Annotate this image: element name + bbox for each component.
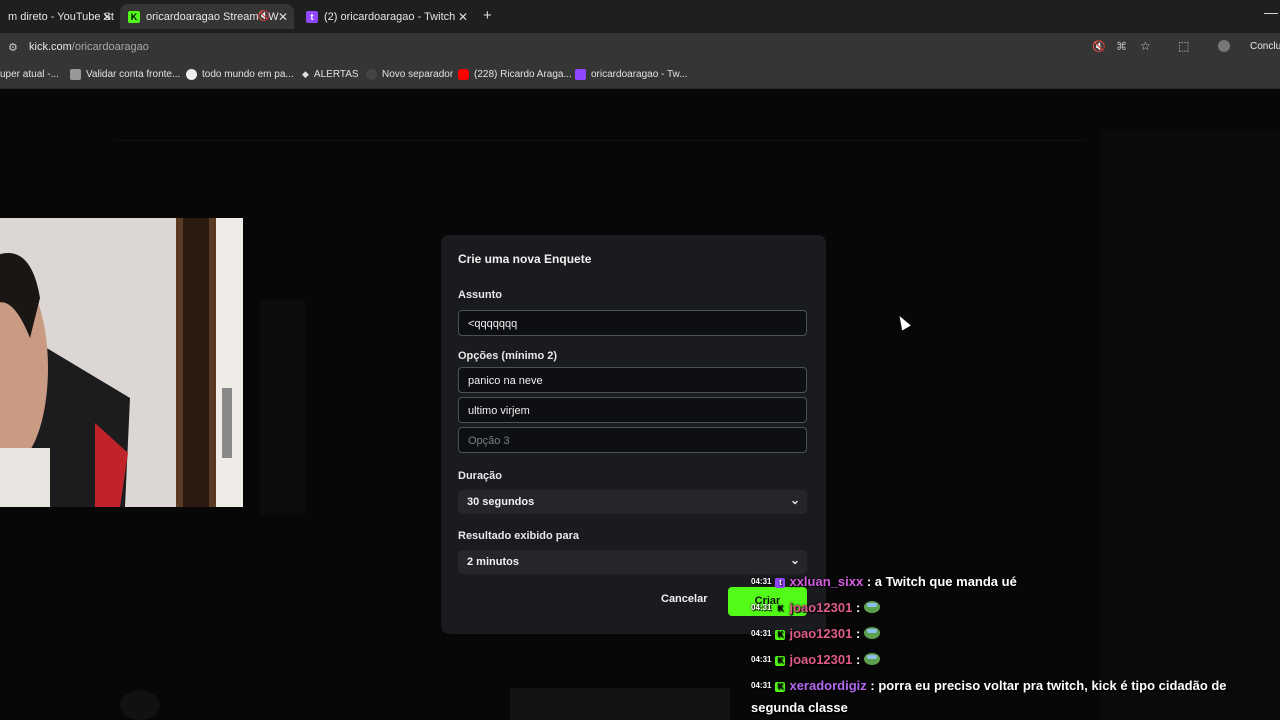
bookmark-item[interactable]: todo mundo em pa... (186, 69, 294, 80)
pepe-emote-icon (863, 601, 880, 613)
tab-label: m direto - YouTube St (8, 10, 114, 23)
tab-twitch[interactable]: t (2) oricardoaragao - Twitch ✕ (298, 4, 474, 29)
chevron-down-icon: ⌄ (789, 493, 800, 507)
option-2-input[interactable]: ultimo virjem (458, 397, 807, 423)
kick-icon: K (775, 630, 786, 640)
chat-username: joao12301 (789, 600, 853, 615)
twitch-icon: t (306, 10, 318, 23)
extensions-icon[interactable]: ⬚ (1178, 39, 1189, 53)
kick-icon: K (128, 10, 140, 23)
chat-text: : a Twitch que manda ué (866, 574, 1017, 589)
bookmark-label: (228) Ricardo Araga... (474, 69, 572, 80)
options-label: Opções (mínimo 2) (458, 350, 558, 362)
youtube-icon (458, 69, 469, 80)
url-path: /oricardoaragao (71, 41, 149, 53)
diamond-icon: ◆ (302, 69, 309, 79)
kick-icon: K (775, 604, 786, 614)
chat-text: : (855, 600, 861, 615)
profile-button[interactable]: Conclui (1250, 41, 1280, 52)
pepe-emote-icon (863, 653, 880, 665)
chat-message: 04:31 Kxeradordigiz : porra eu preciso vo… (751, 678, 1227, 693)
translate-icon[interactable]: ⌘ (1116, 40, 1127, 53)
chat-text: : (855, 652, 861, 667)
twitch-icon: t (775, 578, 786, 588)
bookmark-label: Novo separador (382, 69, 454, 80)
chat-username: xxluan_sixx (789, 574, 864, 589)
duration-value: 30 segundos (467, 496, 535, 508)
webcam-overlay (0, 218, 243, 507)
bookmark-item[interactable]: (228) Ricardo Araga... (458, 69, 572, 80)
chat-username: joao12301 (789, 626, 853, 641)
bookmark-item[interactable]: oricardoaragao - Tw... (575, 69, 688, 80)
google-icon (186, 69, 197, 80)
bookmark-star-icon[interactable]: ☆ (1140, 39, 1151, 53)
bookmark-label: Validar conta fronte... (86, 69, 181, 80)
chat-message: 04:31 Kjoao12301 : (751, 600, 880, 615)
bookmark-label: ALERTAS (313, 69, 359, 80)
chat-message-continuation: segunda classe (751, 700, 848, 715)
bookmark-item[interactable]: ◆ ALERTAS (302, 69, 359, 80)
globe-icon (366, 69, 377, 80)
chat-time: 04:31 (751, 603, 772, 612)
address-bar[interactable]: ⚙ kick.com/oricardoaragao 🔇 ⌘ ☆ ⬚ Conclu… (0, 33, 1280, 62)
close-icon[interactable]: ✕ (102, 10, 112, 24)
url-host: kick.com (29, 41, 72, 53)
option-1-input[interactable]: panico na neve (458, 367, 807, 393)
close-icon[interactable]: ✕ (278, 10, 288, 24)
chat-panel-backdrop (1100, 130, 1280, 720)
chat-message: 04:31 Kjoao12301 : (751, 626, 880, 641)
kick-icon: K (775, 682, 786, 692)
chevron-down-icon: ⌄ (789, 553, 800, 567)
bookmark-label: oricardoaragao - Tw... (591, 69, 688, 80)
close-icon[interactable]: ✕ (458, 10, 468, 24)
dialog-title: Crie uma nova Enquete (458, 252, 592, 266)
bookmark-label: todo mundo em pa... (202, 69, 294, 80)
duration-label: Duração (458, 470, 503, 482)
tab-label: (2) oricardoaragao - Twitch (324, 10, 456, 23)
bookmarks-bar: uper atual -... Validar conta fronte... … (0, 62, 1280, 89)
chat-time: 04:31 (751, 577, 772, 586)
chat-username: xeradordigiz (789, 678, 867, 693)
minimize-button[interactable]: — (1264, 4, 1278, 20)
option-3-input[interactable]: Opção 3 (458, 427, 807, 453)
bookmark-item[interactable]: Novo separador (366, 69, 453, 80)
chat-time: 04:31 (751, 629, 772, 638)
bookmark-item[interactable]: uper atual -... (0, 69, 59, 80)
new-tab-button[interactable]: + (483, 7, 492, 24)
result-label: Resultado exibido para (458, 530, 580, 542)
kick-icon: K (775, 656, 786, 666)
result-select[interactable]: 2 minutos ⌄ (458, 550, 807, 574)
url-field[interactable]: kick.com/oricardoaragao (29, 41, 149, 53)
tab-youtube-studio[interactable]: m direto - YouTube St ✕ (0, 4, 118, 29)
chat-message: 04:31 Kjoao12301 : (751, 652, 880, 667)
chat-username: joao12301 (789, 652, 853, 667)
bookmark-item[interactable]: Validar conta fronte... (70, 69, 180, 80)
avatar[interactable] (1218, 40, 1230, 52)
chat-time: 04:31 (751, 655, 772, 664)
channel-avatar-backdrop (120, 690, 160, 720)
chat-time: 04:31 (751, 681, 772, 690)
divider (115, 140, 1085, 141)
tab-kick[interactable]: K oricardoaragao Stream - W 🔇 ✕ (120, 4, 294, 29)
chat-text: : (855, 626, 861, 641)
toast-backdrop (510, 688, 730, 720)
bookmark-label: uper atual -... (0, 69, 59, 80)
subject-input[interactable]: <qqqqqqq (458, 310, 807, 336)
video-area-backdrop (260, 300, 305, 515)
duration-select[interactable]: 30 segundos ⌄ (458, 490, 807, 514)
muted-icon[interactable]: 🔇 (258, 11, 270, 22)
browser-tab-bar: m direto - YouTube St ✕ K oricardoaragao… (0, 0, 1280, 33)
result-value: 2 minutos (467, 556, 519, 568)
chat-text: : porra eu preciso voltar pra twitch, ki… (870, 678, 1227, 693)
pepe-emote-icon (863, 627, 880, 639)
subject-label: Assunto (458, 289, 502, 301)
cancel-button[interactable]: Cancelar (661, 593, 707, 605)
chat-message: 04:31 t xxluan_sixx : a Twitch que manda u… (751, 574, 1017, 589)
webcam-image (0, 218, 243, 507)
twitch-icon (575, 69, 586, 80)
muted-site-icon[interactable]: 🔇 (1092, 40, 1106, 53)
site-info-icon[interactable]: ⚙ (8, 41, 18, 54)
page-icon (70, 69, 81, 80)
